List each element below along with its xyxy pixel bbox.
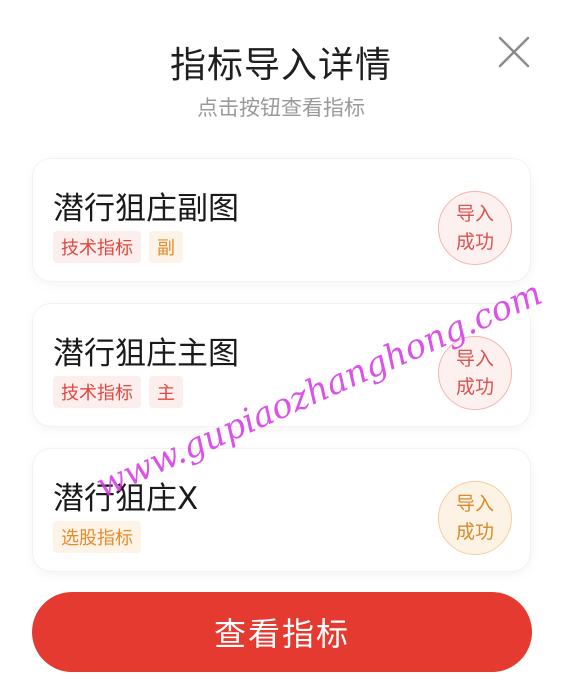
status-badge: 导入 成功 bbox=[438, 481, 512, 555]
tag-chart: 副 bbox=[149, 231, 183, 263]
status-badge-line2: 成功 bbox=[455, 376, 494, 398]
indicator-name: 潜行狙庄X bbox=[53, 481, 199, 517]
tag-chart: 主 bbox=[149, 376, 183, 408]
status-badge-line2: 成功 bbox=[455, 521, 494, 543]
indicator-name: 潜行狙庄主图 bbox=[53, 336, 239, 372]
status-badge-line1: 导入 bbox=[455, 203, 494, 225]
view-indicators-button[interactable]: 查看指标 bbox=[32, 592, 532, 672]
tag-type: 技术指标 bbox=[53, 376, 141, 408]
status-badge: 导入 成功 bbox=[438, 191, 512, 265]
indicator-name: 潜行狙庄副图 bbox=[53, 191, 239, 227]
status-badge-line2: 成功 bbox=[455, 231, 494, 253]
page-title: 指标导入详情 bbox=[169, 45, 392, 86]
page-subtitle: 点击按钮查看指标 bbox=[197, 96, 365, 120]
status-badge-line1: 导入 bbox=[455, 493, 494, 515]
status-badge-line1: 导入 bbox=[455, 348, 494, 370]
indicator-card: 潜行狙庄主图 技术指标 主 导入 成功 bbox=[33, 304, 530, 426]
tag-type: 技术指标 bbox=[53, 231, 141, 263]
close-icon[interactable] bbox=[494, 32, 534, 72]
indicator-card: 潜行狙庄X 选股指标 导入 成功 bbox=[33, 449, 530, 571]
status-badge: 导入 成功 bbox=[438, 336, 512, 410]
tag-type: 选股指标 bbox=[53, 521, 141, 553]
indicator-card: 潜行狙庄副图 技术指标 副 导入 成功 bbox=[33, 159, 530, 281]
